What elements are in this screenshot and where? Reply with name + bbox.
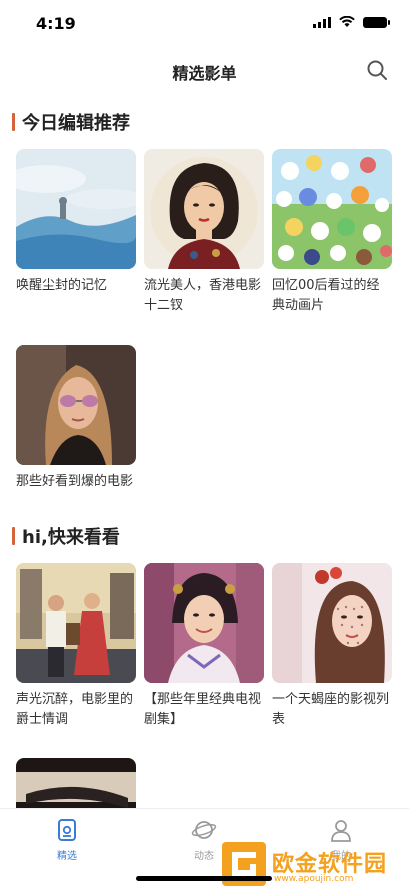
page-title: 精选影单 [172, 64, 237, 83]
watermark-url: www.apoujin.com [274, 874, 354, 884]
battery-icon [363, 16, 390, 28]
playlist-cover [16, 345, 136, 465]
playlist-title: 一个天蝎座的影视列表 [272, 692, 390, 727]
section-title: 今日编辑推荐 [22, 113, 130, 134]
planet-icon [191, 817, 217, 843]
playlist-cover [16, 149, 136, 269]
signal-icon [313, 16, 331, 28]
accent-bar [12, 527, 15, 545]
playlist-card[interactable]: 【那些年里经典电视剧集】 [144, 563, 264, 730]
playlist-title: 【那些年里经典电视剧集】 [144, 692, 262, 727]
section-header-editor-picks: 今日编辑推荐 [12, 110, 130, 134]
tab-featured[interactable]: 精选 [17, 817, 117, 862]
playlist-card[interactable]: 流光美人，香港电影十二钗 [144, 149, 264, 316]
playlist-cover [144, 563, 264, 683]
playlist-cover [272, 563, 392, 683]
nav-bar: 精选影单 [0, 48, 409, 92]
playlist-cover [16, 758, 136, 808]
content-scroll[interactable]: 今日编辑推荐 唤醒尘封的记忆 流光美人，香港电影十二钗 回忆00后看过的经典动画… [0, 96, 409, 808]
wifi-icon [339, 16, 355, 27]
home-indicator [136, 876, 272, 881]
playlist-card[interactable]: 声光沉醉，电影里的爵士情调 [16, 563, 136, 730]
film-icon [54, 817, 80, 843]
playlist-card[interactable]: 唤醒尘封的记忆 [16, 149, 136, 296]
playlist-title: 声光沉醉，电影里的爵士情调 [16, 692, 134, 727]
accent-bar [12, 113, 15, 131]
search-button[interactable] [365, 58, 389, 82]
playlist-title: 唤醒尘封的记忆 [16, 278, 108, 293]
playlist-title: 那些好看到爆的电影 [16, 474, 134, 489]
playlist-title: 流光美人，香港电影十二钗 [144, 278, 262, 313]
playlist-title: 回忆00后看过的经典动画片 [272, 278, 380, 313]
playlist-card[interactable]: 那些好看到爆的电影 [16, 345, 136, 492]
playlist-card[interactable]: 一个天蝎座的影视列表 [272, 563, 392, 730]
status-time: 4:19 [36, 14, 76, 33]
tab-label: 精选 [57, 851, 77, 862]
status-bar: 4:19 [0, 0, 409, 48]
status-icons [313, 16, 390, 28]
playlist-card[interactable]: 回忆00后看过的经典动画片 [272, 149, 392, 316]
playlist-cover [16, 563, 136, 683]
playlist-card[interactable] [16, 758, 136, 808]
section-header-take-a-look: hi,快来看看 [12, 524, 120, 548]
search-icon [367, 60, 387, 80]
section-title: hi,快来看看 [22, 527, 120, 548]
person-icon [328, 817, 354, 843]
playlist-cover [272, 149, 392, 269]
playlist-cover [144, 149, 264, 269]
